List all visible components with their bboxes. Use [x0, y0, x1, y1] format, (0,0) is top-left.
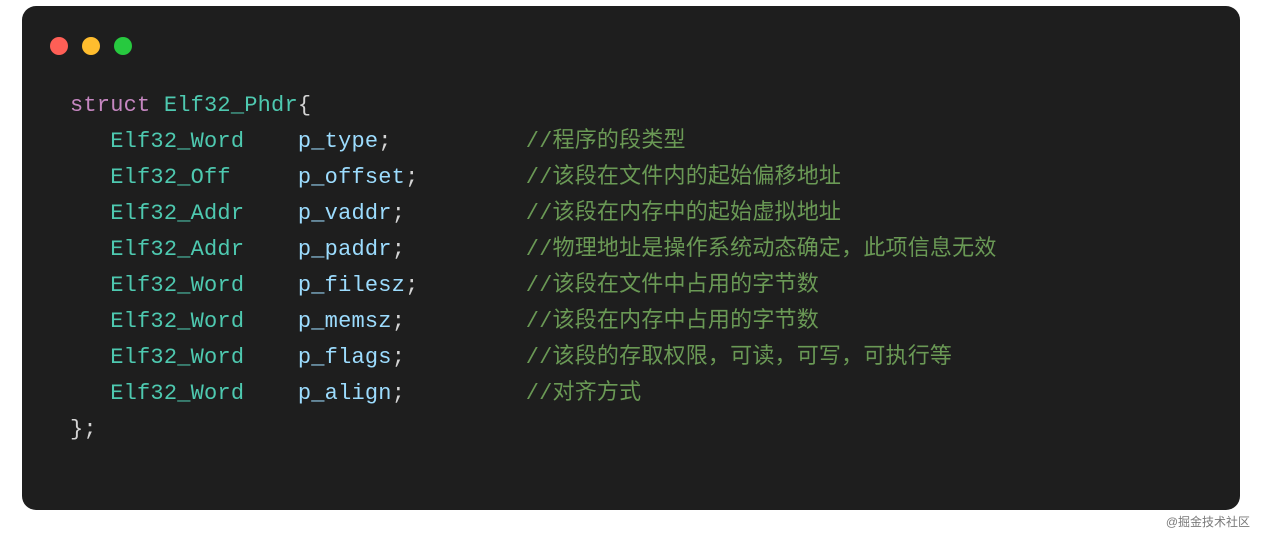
semicolon: ; — [405, 165, 418, 190]
field-comment: //该段在文件内的起始偏移地址 — [526, 165, 841, 190]
field-name: p_memsz — [298, 309, 392, 334]
field-name: p_vaddr — [298, 201, 392, 226]
field-line: Elf32_Addr p_vaddr; //该段在内存中的起始虚拟地址 — [70, 196, 1240, 232]
code-block: struct Elf32_Phdr{ Elf32_Word p_type; //… — [22, 62, 1240, 448]
minimize-icon[interactable] — [82, 37, 100, 55]
field-comment: //物理地址是操作系统动态确定，此项信息无效 — [526, 237, 997, 262]
field-type: Elf32_Addr — [110, 201, 244, 226]
semicolon: ; — [378, 129, 391, 154]
maximize-icon[interactable] — [114, 37, 132, 55]
field-line: Elf32_Word p_memsz; //该段在内存中占用的字节数 — [70, 304, 1240, 340]
field-name: p_offset — [298, 165, 405, 190]
field-comment: //程序的段类型 — [526, 129, 686, 154]
field-name: p_align — [298, 381, 392, 406]
close-brace: }; — [70, 412, 1240, 448]
keyword-struct: struct — [70, 93, 150, 118]
semicolon: ; — [392, 381, 405, 406]
close-icon[interactable] — [50, 37, 68, 55]
window-titlebar — [22, 6, 1240, 62]
field-comment: //该段的存取权限，可读，可写，可执行等 — [526, 345, 952, 370]
field-name: p_filesz — [298, 273, 405, 298]
struct-name: Elf32_Phdr — [164, 93, 298, 118]
semicolon: ; — [392, 309, 405, 334]
watermark: @掘金技术社区 — [1166, 513, 1250, 530]
field-line: Elf32_Word p_flags; //该段的存取权限，可读，可写，可执行等 — [70, 340, 1240, 376]
field-type: Elf32_Word — [110, 273, 244, 298]
field-type: Elf32_Word — [110, 129, 244, 154]
field-type: Elf32_Word — [110, 309, 244, 334]
open-brace: { — [298, 93, 311, 118]
field-line: Elf32_Off p_offset; //该段在文件内的起始偏移地址 — [70, 160, 1240, 196]
field-type: Elf32_Addr — [110, 237, 244, 262]
semicolon: ; — [405, 273, 418, 298]
field-type: Elf32_Word — [110, 345, 244, 370]
field-comment: //对齐方式 — [526, 381, 642, 406]
field-line: Elf32_Word p_filesz; //该段在文件中占用的字节数 — [70, 268, 1240, 304]
field-name: p_paddr — [298, 237, 392, 262]
semicolon: ; — [392, 345, 405, 370]
field-name: p_type — [298, 129, 378, 154]
semicolon: ; — [392, 201, 405, 226]
field-name: p_flags — [298, 345, 392, 370]
field-type: Elf32_Word — [110, 381, 244, 406]
field-line: Elf32_Word p_align; //对齐方式 — [70, 376, 1240, 412]
field-line: Elf32_Addr p_paddr; //物理地址是操作系统动态确定，此项信息… — [70, 232, 1240, 268]
field-comment: //该段在内存中占用的字节数 — [526, 309, 819, 334]
field-type: Elf32_Off — [110, 165, 231, 190]
field-line: Elf32_Word p_type; //程序的段类型 — [70, 124, 1240, 160]
code-window: struct Elf32_Phdr{ Elf32_Word p_type; //… — [22, 6, 1240, 510]
field-comment: //该段在文件中占用的字节数 — [526, 273, 819, 298]
field-comment: //该段在内存中的起始虚拟地址 — [526, 201, 841, 226]
struct-declaration: struct Elf32_Phdr{ — [70, 88, 1240, 124]
semicolon: ; — [392, 237, 405, 262]
